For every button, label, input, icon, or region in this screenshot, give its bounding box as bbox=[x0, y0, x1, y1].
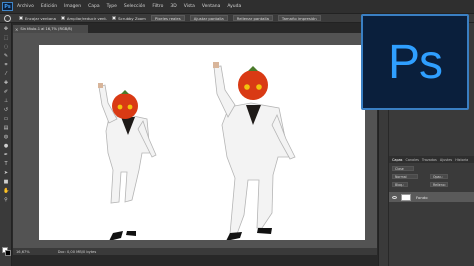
layers-panel-tabs: Capas Canales Trazados Ajustes Historia bbox=[389, 156, 474, 163]
layer-thumbnail bbox=[401, 193, 411, 201]
healing-brush-tool-icon[interactable]: ✚ bbox=[3, 81, 9, 86]
image-canvas[interactable] bbox=[39, 45, 365, 240]
photoshop-app-icon[interactable]: Ps bbox=[2, 2, 13, 11]
eraser-tool-icon[interactable]: ▭ bbox=[3, 117, 9, 122]
status-bar: 16,67% Doc: 0,00 MB/0 bytes bbox=[13, 248, 377, 255]
tab-trazados[interactable]: Trazados bbox=[422, 158, 437, 162]
document-size: Doc: 0,00 MB/0 bytes bbox=[57, 249, 97, 254]
print-size-button[interactable]: Tamaño impresión bbox=[277, 15, 321, 21]
crop-tool-icon[interactable]: ⌗ bbox=[3, 63, 9, 68]
lock-label: Bloq.: bbox=[392, 182, 408, 187]
tab-historia[interactable]: Historia bbox=[455, 158, 468, 162]
fit-screen-button[interactable]: Ajustar pantalla bbox=[189, 15, 228, 21]
dancer-figure-large bbox=[213, 62, 296, 240]
lasso-tool-icon[interactable]: ◌ bbox=[3, 45, 9, 50]
shape-tool-icon[interactable]: ■ bbox=[3, 180, 9, 185]
visibility-eye-icon[interactable] bbox=[392, 195, 397, 199]
zoom-tool-sidebar-icon[interactable]: ⚲ bbox=[3, 198, 9, 203]
scrubby-zoom-label: Scrubby Zoom bbox=[118, 15, 146, 21]
menu-archivo[interactable]: Archivo bbox=[17, 4, 34, 9]
blur-tool-icon[interactable]: ◍ bbox=[3, 135, 9, 140]
pen-tool-icon[interactable]: ✒ bbox=[3, 153, 9, 158]
menu-ayuda[interactable]: Ayuda bbox=[227, 4, 241, 9]
type-tool-icon[interactable]: T bbox=[3, 162, 9, 167]
fill-label: Relleno: bbox=[430, 182, 448, 187]
background-color-swatch[interactable] bbox=[5, 250, 11, 256]
zoom-level[interactable]: 16,67% bbox=[16, 250, 30, 254]
dodge-tool-icon[interactable]: ● bbox=[3, 144, 9, 149]
zoom-all-windows-checkbox[interactable]: Ampliar/reducir vent. bbox=[60, 15, 108, 21]
path-select-tool-icon[interactable]: ➤ bbox=[3, 171, 9, 176]
photoshop-logo-text: Ps bbox=[387, 35, 443, 89]
blend-mode-select[interactable]: Normal bbox=[392, 174, 418, 179]
menu-imagen[interactable]: Imagen bbox=[64, 4, 81, 9]
layer-name: Fondo bbox=[416, 194, 428, 200]
menu-type[interactable]: Type bbox=[107, 4, 117, 9]
menu-filtro[interactable]: Filtro bbox=[152, 4, 163, 9]
menu-vista[interactable]: Vista bbox=[184, 4, 195, 9]
tools-panel: ✥ ⬚ ◌ ✎ ⌗ ⁄ ✚ ✐ ⊥ ↺ ▭ ▤ ◍ ● ✒ T ➤ ■ ✋ ⚲ bbox=[0, 23, 12, 266]
canvas-artwork bbox=[98, 62, 296, 240]
document-workspace bbox=[13, 33, 377, 248]
menu-ventana[interactable]: Ventana bbox=[202, 4, 220, 9]
clone-stamp-tool-icon[interactable]: ⊥ bbox=[3, 99, 9, 104]
menu-capa[interactable]: Capa bbox=[88, 4, 100, 9]
fill-screen-button[interactable]: Rellenar pantalla bbox=[232, 15, 273, 21]
resize-windows-checkbox[interactable]: Encajar ventana bbox=[19, 15, 56, 21]
menu-edicion[interactable]: Edición bbox=[41, 4, 57, 9]
zoom-tool-icon[interactable] bbox=[4, 14, 11, 22]
document-tab[interactable]: × Sin título-1 al 16,7% (RGB/8) bbox=[13, 25, 88, 33]
tab-ajustes[interactable]: Ajustes bbox=[440, 158, 452, 162]
actual-pixels-button[interactable]: Píxeles reales bbox=[150, 15, 185, 21]
menu-seleccion[interactable]: Selección bbox=[124, 4, 145, 9]
zoom-all-windows-label: Ampliar/reducir vent. bbox=[66, 15, 108, 21]
document-tab-title: Sin título-1 al 16,7% (RGB/8) bbox=[20, 27, 73, 31]
gradient-tool-icon[interactable]: ▤ bbox=[3, 126, 9, 131]
tab-capas[interactable]: Capas bbox=[392, 158, 402, 162]
eyedropper-tool-icon[interactable]: ⁄ bbox=[3, 72, 9, 77]
close-icon[interactable]: × bbox=[15, 27, 18, 32]
opacity-label: Opac.: bbox=[430, 174, 448, 179]
resize-windows-label: Encajar ventana bbox=[25, 15, 56, 21]
layer-row[interactable]: Fondo bbox=[389, 192, 474, 202]
layer-kind-filter[interactable]: Clase bbox=[392, 166, 414, 171]
menu-3d[interactable]: 3D bbox=[170, 4, 176, 9]
history-brush-tool-icon[interactable]: ↺ bbox=[3, 108, 9, 113]
menu-bar: Ps Archivo Edición Imagen Capa Type Sele… bbox=[0, 0, 474, 13]
scrubby-zoom-checkbox[interactable]: Scrubby Zoom bbox=[112, 15, 146, 21]
hand-tool-icon[interactable]: ✋ bbox=[3, 189, 9, 194]
quick-select-tool-icon[interactable]: ✎ bbox=[3, 54, 9, 59]
move-tool-icon[interactable]: ✥ bbox=[3, 27, 9, 32]
tab-canales[interactable]: Canales bbox=[405, 158, 418, 162]
photoshop-logo: Ps bbox=[361, 14, 469, 110]
brush-tool-icon[interactable]: ✐ bbox=[3, 90, 9, 95]
marquee-tool-icon[interactable]: ⬚ bbox=[3, 36, 9, 41]
dancer-figure-small bbox=[98, 83, 157, 240]
